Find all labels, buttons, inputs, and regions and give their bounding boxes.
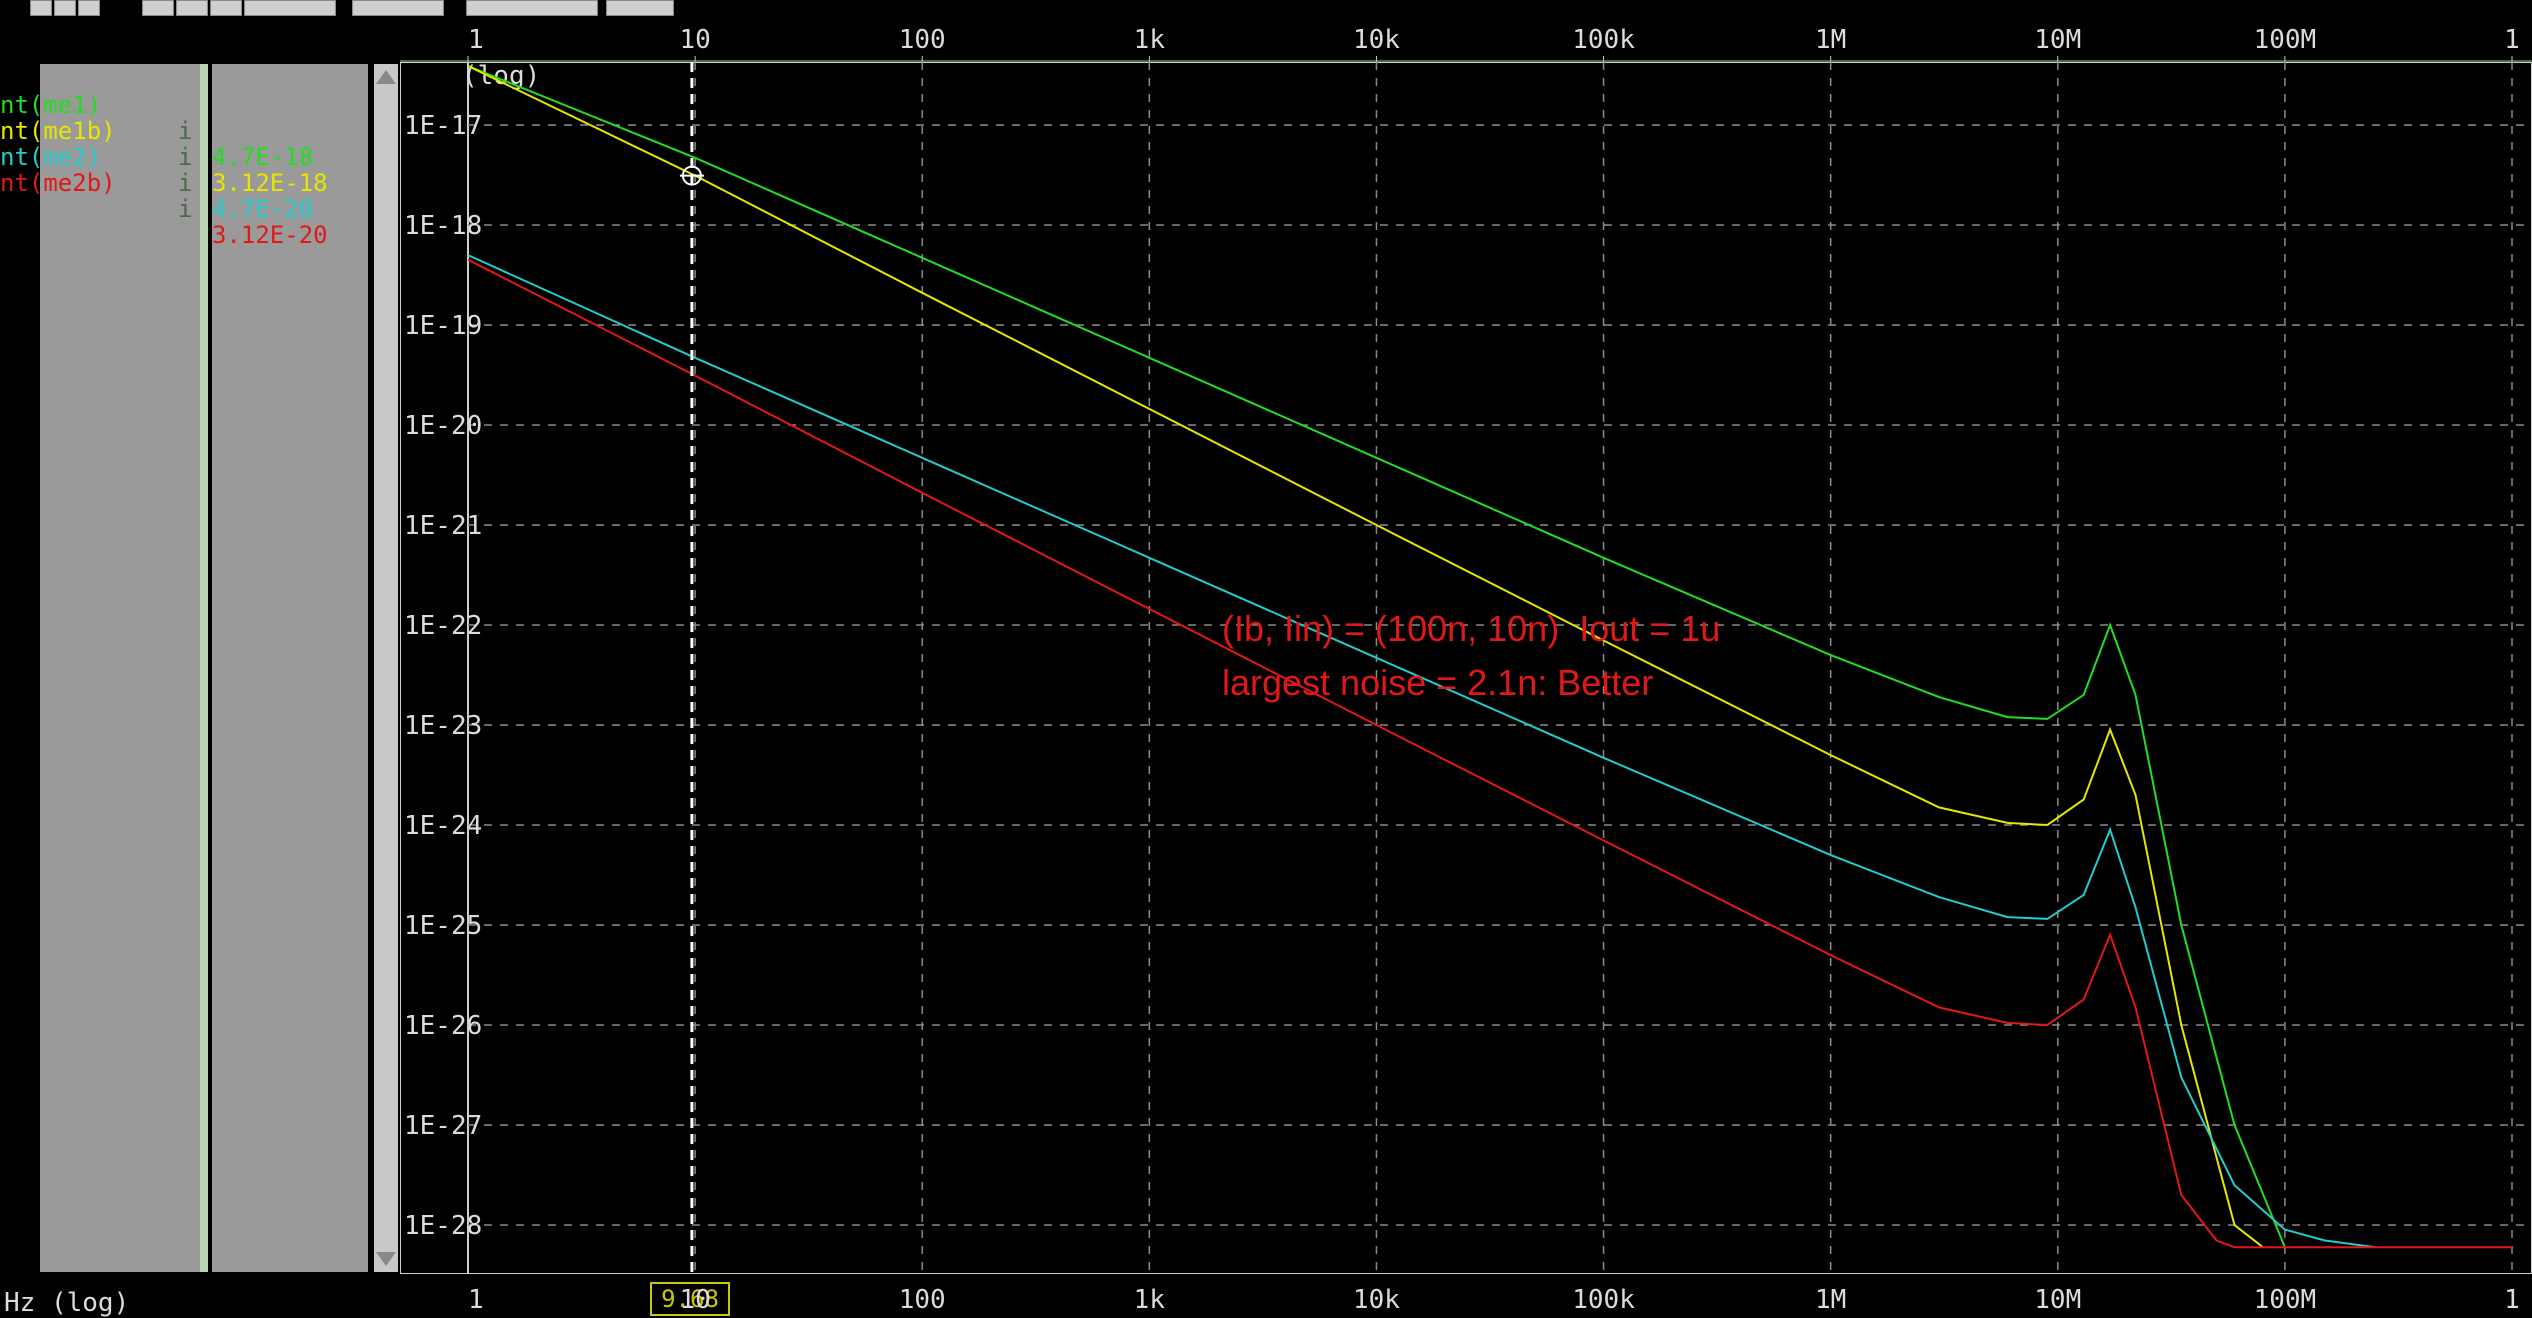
y-tick-label: 1E-28	[404, 1211, 482, 1241]
trace-name-column	[40, 64, 200, 1272]
x-tick-label: 10	[679, 1285, 710, 1314]
x-tick-label: 10M	[2034, 25, 2081, 55]
y-tick-label: 1E-21	[404, 511, 482, 541]
x-tick-label: 100	[899, 1285, 946, 1314]
export-icon[interactable]	[606, 0, 674, 16]
legend-item[interactable]: nt(me2b) i 3.12E-20	[0, 144, 328, 248]
cursor-icon[interactable]	[54, 0, 76, 16]
legend-item[interactable]: nt(me2) i 4.7E-20	[0, 118, 313, 222]
y-tick-label: 1E-17	[404, 111, 482, 141]
measure-icon[interactable]	[244, 0, 336, 16]
annotation-largest-noise: largest noise = 2.1n: Better	[1222, 662, 1654, 703]
legend-value: 3.12E-18	[212, 169, 328, 197]
legend-item[interactable]: nt(me1b) i 3.12E-18	[0, 92, 328, 196]
scroll-up-icon[interactable]	[376, 70, 396, 84]
x-tick-label: 1M	[1815, 25, 1846, 55]
y-tick-label: 1E-22	[404, 611, 482, 641]
scroll-down-icon[interactable]	[376, 1252, 396, 1266]
x-tick-label: 1k	[1134, 1285, 1166, 1314]
side-panel: nt(me1) i 4.7E-18 nt(me1b) i 3.12E-18 nt…	[0, 62, 400, 1274]
legend-scrollbar[interactable]	[374, 64, 398, 1272]
x-tick-label: 100k	[1572, 1285, 1635, 1314]
legend-ival: i	[178, 169, 193, 197]
x-tick-label: 10k	[1353, 1285, 1400, 1314]
toolbar	[0, 0, 2532, 16]
column-separator[interactable]	[200, 64, 208, 1272]
scale-icon[interactable]	[210, 0, 242, 16]
run-icon[interactable]	[30, 0, 52, 16]
bottom-x-axis: 1 10 100 1k 10k 100k 1M 10M 100M 1	[468, 1285, 2520, 1314]
x-tick-label: 1	[2504, 25, 2520, 55]
legend-ival: i	[178, 195, 193, 223]
x-tick-label: 1	[468, 25, 484, 55]
y-tick-label: 1E-24	[404, 811, 482, 841]
x-tick-label: 100M	[2254, 1285, 2317, 1314]
zoom-icon[interactable]	[78, 0, 100, 16]
grid-icon[interactable]	[352, 0, 444, 16]
legend-item[interactable]: nt(me1) i 4.7E-18	[0, 66, 313, 170]
x-tick-label: 10M	[2034, 1285, 2081, 1314]
y-tick-label: 1E-25	[404, 911, 482, 941]
y-axis-tag: (log)	[462, 62, 540, 91]
series-line-ntme1b	[467, 65, 2264, 1248]
legend-value: 4.7E-20	[212, 195, 314, 223]
legend-ival: i	[178, 117, 193, 145]
legend-ival: i	[178, 143, 193, 171]
x-tick-label: 100k	[1572, 25, 1635, 55]
y-tick-label: 1E-26	[404, 1011, 482, 1041]
x-tick-label: 1	[468, 1285, 484, 1314]
legend-value: 3.12E-20	[212, 221, 328, 249]
y-tick-label: 1E-19	[404, 311, 482, 341]
x-tick-label: 100	[899, 25, 946, 55]
table-icon[interactable]	[142, 0, 174, 16]
y-tick-label: 1E-18	[404, 211, 482, 241]
x-tick-label: 10	[679, 25, 710, 55]
series-line-ntme2b	[467, 258, 2512, 1249]
bottom-axis-bar: Hz (log) 9.68 1 10 100 1k 10k 100k 1M 10M 100M 1	[0, 1276, 2532, 1318]
x-tick-label: 1	[2504, 1285, 2520, 1314]
y-tick-label: 1E-27	[404, 1111, 482, 1141]
y-tick-label: 1E-20	[404, 411, 482, 441]
series-line-ntme2	[467, 254, 2376, 1249]
close-icon[interactable]	[466, 0, 598, 16]
legend-value: 4.7E-18	[212, 143, 314, 171]
top-x-axis: 1 10 100 1k 10k 100k 1M 10M 100M 1	[400, 25, 2532, 62]
chart-icon[interactable]	[176, 0, 208, 16]
x-tick-label: 1M	[1815, 1285, 1846, 1314]
y-tick-label: 1E-23	[404, 711, 482, 741]
legend-name: nt(me2b)	[0, 169, 116, 197]
x-tick-label: 100M	[2254, 25, 2317, 55]
x-tick-label: 1k	[1134, 25, 1166, 55]
annotation-bias-currents: (Ib, Iin) = (100n, 10n) Iout = 1u	[1222, 608, 1721, 649]
x-tick-label: 10k	[1353, 25, 1400, 55]
